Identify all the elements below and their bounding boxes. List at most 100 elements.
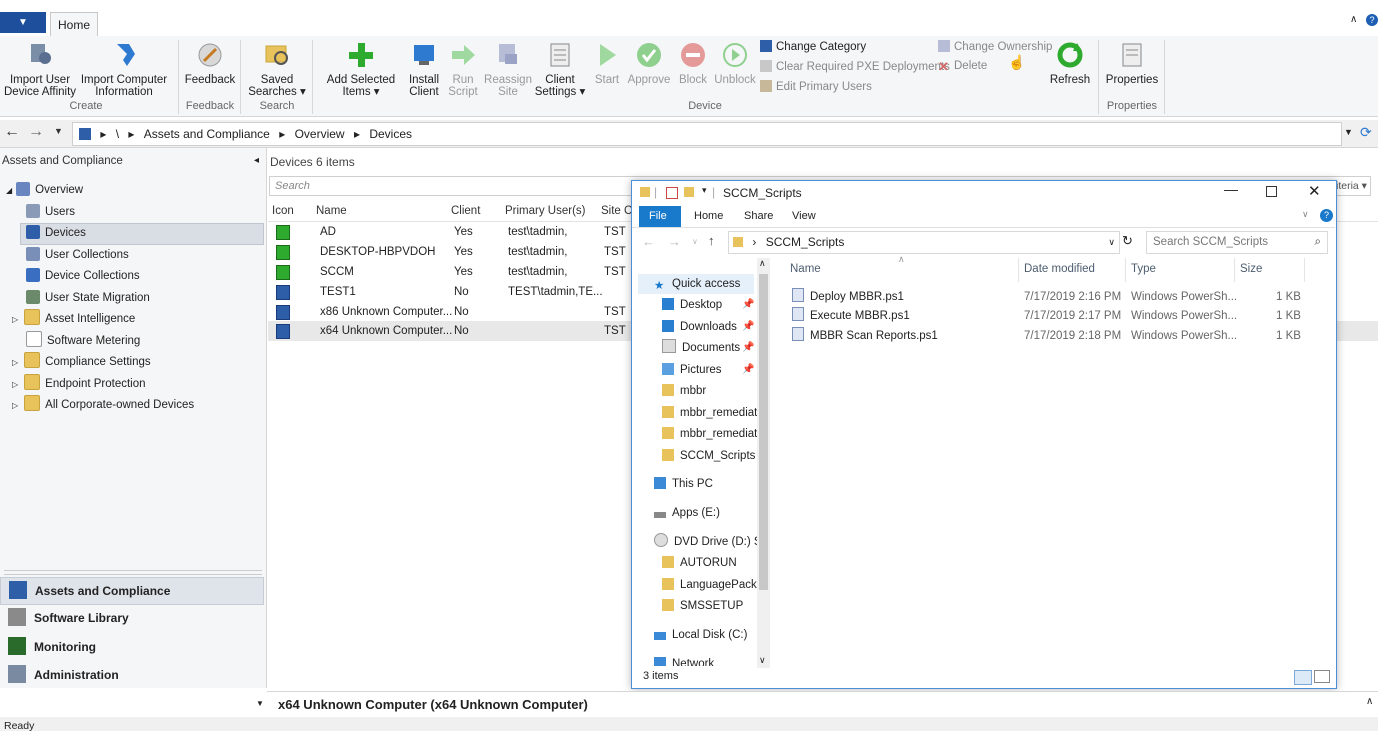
- properties-check-icon[interactable]: [666, 187, 678, 199]
- pin-icon[interactable]: 📌: [742, 321, 754, 332]
- change-category-button[interactable]: Change Category: [760, 40, 866, 53]
- help-icon[interactable]: ?: [1366, 14, 1378, 26]
- tab-home[interactable]: Home: [694, 206, 723, 226]
- table-row[interactable]: x86 Unknown Computer... No TST: [268, 302, 630, 322]
- unblock-button[interactable]: Unblock: [714, 40, 756, 86]
- file-row[interactable]: Execute MBBR.ps1: [792, 306, 910, 326]
- nav-autorun[interactable]: AUTORUN: [662, 553, 758, 573]
- minimize-ribbon-icon[interactable]: ∧: [1350, 14, 1357, 25]
- tree-item-software-metering[interactable]: Software Metering: [26, 331, 140, 351]
- approve-button[interactable]: Approve: [626, 40, 672, 86]
- history-dropdown-icon[interactable]: ▼: [54, 126, 63, 136]
- app-menu-button[interactable]: ▼: [0, 12, 46, 33]
- refresh-button[interactable]: Refresh: [1048, 40, 1092, 86]
- start-button[interactable]: Start: [590, 40, 624, 86]
- tree-item-asset-intelligence[interactable]: ▷ Asset Intelligence: [12, 309, 135, 329]
- col-date-modified[interactable]: Date modified: [1024, 263, 1095, 275]
- forward-arrow-icon[interactable]: →: [668, 234, 681, 249]
- tree-item-endpoint-protection[interactable]: ▷ Endpoint Protection: [12, 374, 146, 394]
- help-icon[interactable]: ?: [1320, 209, 1333, 222]
- change-ownership-button[interactable]: Change Ownership: [938, 40, 1052, 53]
- nav-smssetup[interactable]: SMSSETUP: [662, 596, 758, 616]
- expand-ribbon-icon[interactable]: ∨: [1302, 209, 1309, 220]
- pin-icon[interactable]: 📌: [742, 342, 754, 353]
- workspace-assets-compliance[interactable]: Assets and Compliance: [0, 577, 264, 605]
- nav-mbbr-remediation-1[interactable]: mbbr_remediatio: [662, 403, 758, 423]
- breadcrumb-devices[interactable]: Devices: [369, 127, 412, 141]
- nav-this-pc[interactable]: This PC: [654, 474, 758, 494]
- refresh-nav-icon[interactable]: ⟳: [1360, 124, 1372, 141]
- properties-button[interactable]: Properties: [1104, 40, 1160, 86]
- maximize-icon[interactable]: [1266, 186, 1277, 197]
- add-selected-items-button[interactable]: Add Selected Items ▾: [318, 40, 404, 98]
- collapse-pane-icon[interactable]: ◂: [254, 155, 259, 166]
- workspace-administration[interactable]: Administration: [0, 662, 262, 688]
- refresh-icon[interactable]: ↻: [1122, 233, 1133, 249]
- col-icon[interactable]: Icon: [272, 205, 294, 217]
- import-computer-information-button[interactable]: Import Computer Information: [80, 40, 168, 98]
- clear-pxe-button[interactable]: Clear Required PXE Deployments: [760, 60, 950, 73]
- workspace-config-icon[interactable]: ▼: [256, 699, 264, 708]
- tab-share[interactable]: Share: [744, 206, 773, 226]
- tab-home[interactable]: Home: [50, 12, 98, 37]
- nav-local-disk[interactable]: Local Disk (C:): [654, 625, 758, 645]
- workspace-monitoring[interactable]: Monitoring: [0, 634, 262, 660]
- table-row[interactable]: DESKTOP-HBPVDOH Yes test\tadmin, TST: [268, 242, 630, 262]
- tree-item-device-collections[interactable]: Device Collections: [26, 266, 140, 286]
- up-arrow-icon[interactable]: ↑: [708, 233, 715, 248]
- tree-item-user-collections[interactable]: User Collections: [26, 245, 129, 265]
- nav-mbbr-remediation-2[interactable]: mbbr_remediatio: [662, 424, 758, 444]
- quick-access-dropdown-icon[interactable]: ▾: [702, 185, 707, 196]
- tree-item-corporate-devices[interactable]: ▷ All Corporate-owned Devices: [12, 395, 194, 415]
- nav-dvd-drive[interactable]: DVD Drive (D:) SC: [654, 532, 758, 552]
- scroll-up-icon[interactable]: ∧: [759, 258, 766, 269]
- client-settings-button[interactable]: Client Settings ▾: [534, 40, 586, 98]
- address-dropdown-icon[interactable]: ∨: [1108, 232, 1115, 253]
- run-script-button[interactable]: Run Script: [446, 40, 480, 98]
- table-row[interactable]: TEST1 No TEST\tadmin,TE...: [268, 282, 630, 302]
- table-row[interactable]: AD Yes test\tadmin, TST: [268, 222, 630, 242]
- reassign-site-button[interactable]: Reassign Site: [484, 40, 532, 98]
- nav-languagepack[interactable]: LanguagePack: [662, 575, 758, 595]
- forward-arrow-icon[interactable]: →: [28, 123, 44, 141]
- breadcrumb-overview[interactable]: Overview: [295, 127, 345, 141]
- workspace-software-library[interactable]: Software Library: [0, 605, 262, 631]
- tree-item-user-state-migration[interactable]: User State Migration: [26, 288, 150, 308]
- tree-item-overview[interactable]: ◢ Overview: [6, 180, 83, 200]
- nav-apps-drive[interactable]: Apps (E:): [654, 503, 758, 523]
- large-icons-view-icon[interactable]: [1314, 670, 1330, 683]
- install-client-button[interactable]: Install Client: [404, 40, 444, 98]
- nav-sccm-scripts[interactable]: SCCM_Scripts: [662, 446, 758, 466]
- nav-scrollbar[interactable]: ∧ ∨: [757, 258, 770, 668]
- add-criteria-button[interactable]: iteria ▾: [1336, 180, 1367, 192]
- delete-button[interactable]: ✕ Delete: [938, 60, 987, 73]
- splitter[interactable]: [4, 570, 262, 575]
- details-view-icon[interactable]: [1294, 670, 1312, 685]
- scrollbar-thumb[interactable]: [759, 274, 768, 590]
- new-folder-icon[interactable]: [684, 187, 694, 197]
- col-client[interactable]: Client: [451, 205, 480, 217]
- close-icon[interactable]: ✕: [1308, 182, 1321, 200]
- back-arrow-icon[interactable]: ←: [4, 123, 20, 141]
- block-button[interactable]: Block: [674, 40, 712, 86]
- col-size[interactable]: Size: [1240, 263, 1262, 275]
- file-row[interactable]: MBBR Scan Reports.ps1: [792, 326, 938, 346]
- tree-item-devices[interactable]: Devices: [26, 223, 86, 243]
- saved-searches-button[interactable]: Saved Searches ▾: [248, 40, 306, 98]
- col-name[interactable]: Name: [316, 205, 347, 217]
- breadcrumb-assets[interactable]: Assets and Compliance: [144, 127, 270, 141]
- file-row[interactable]: Deploy MBBR.ps1: [792, 287, 904, 307]
- feedback-button[interactable]: Feedback: [184, 40, 236, 86]
- import-user-device-affinity-button[interactable]: Import User Device Affinity: [4, 40, 76, 98]
- nav-network[interactable]: Network: [654, 654, 758, 666]
- tab-view[interactable]: View: [792, 206, 816, 226]
- tab-file[interactable]: File: [649, 206, 667, 226]
- tree-item-users[interactable]: Users: [26, 202, 75, 222]
- nav-quick-access[interactable]: ★ Quick access: [638, 274, 754, 294]
- col-file-name[interactable]: Name: [790, 263, 821, 275]
- minimize-icon[interactable]: —: [1224, 181, 1238, 197]
- explorer-address-bar[interactable]: › SCCM_Scripts ∨: [728, 231, 1120, 254]
- table-row-selected[interactable]: x64 Unknown Computer... No TST: [268, 321, 630, 341]
- edit-primary-users-button[interactable]: Edit Primary Users: [760, 80, 872, 93]
- nav-mbbr[interactable]: mbbr: [662, 381, 758, 401]
